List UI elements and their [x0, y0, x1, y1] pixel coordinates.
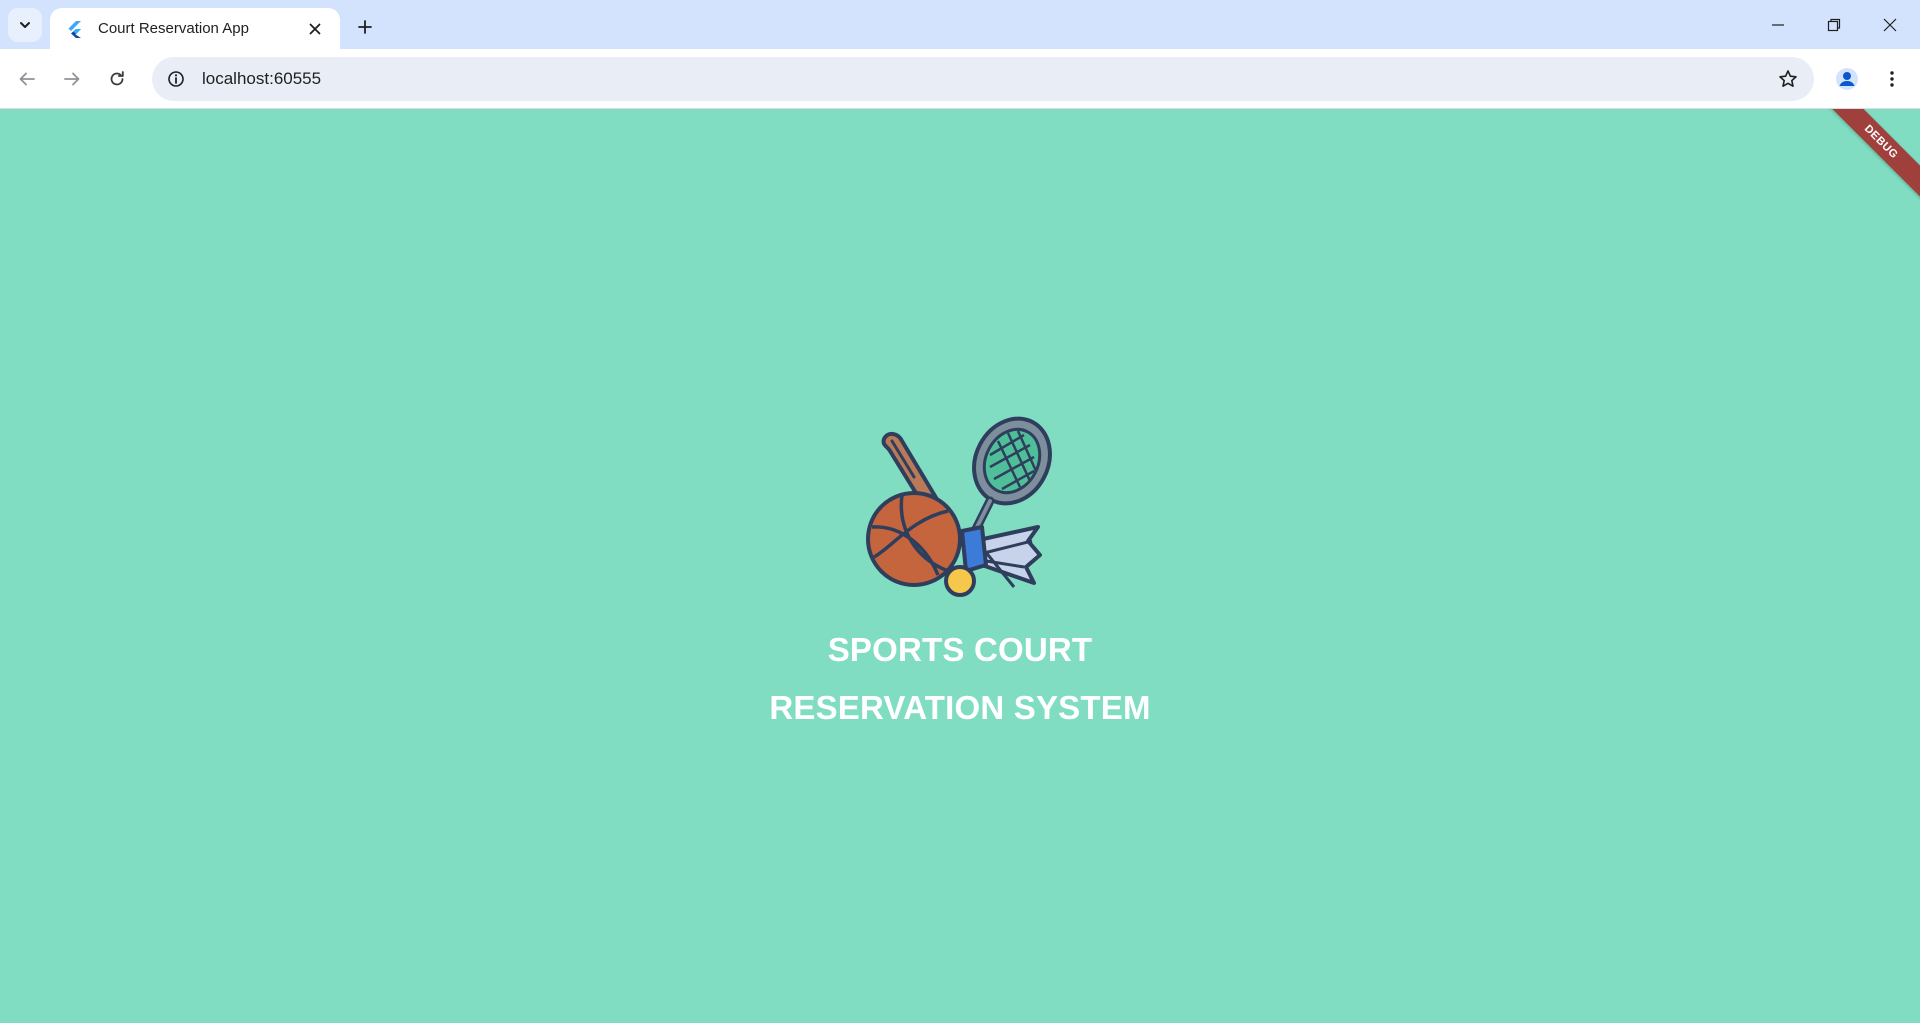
- star-icon: [1779, 70, 1797, 87]
- reload-icon: [110, 71, 124, 86]
- back-button[interactable]: [9, 61, 45, 97]
- reload-button[interactable]: [99, 61, 135, 97]
- app-title-line2: RESERVATION SYSTEM: [769, 689, 1151, 726]
- tab-search-button[interactable]: [8, 8, 42, 42]
- address-bar[interactable]: localhost:60555: [152, 57, 1814, 101]
- forward-button[interactable]: [54, 61, 90, 97]
- minimize-button[interactable]: [1750, 0, 1806, 49]
- tab-close-button[interactable]: [304, 18, 326, 40]
- debug-banner: DEBUG: [1813, 109, 1920, 210]
- minimize-icon: [1772, 23, 1784, 26]
- bookmark-button[interactable]: [1768, 59, 1808, 99]
- tab-strip: Court Reservation App: [0, 0, 1920, 49]
- tab-title: Court Reservation App: [98, 20, 249, 37]
- site-info-button[interactable]: [156, 59, 196, 99]
- chevron-down-icon: [20, 22, 30, 28]
- window-close-icon: [1883, 18, 1897, 31]
- more-menu-icon: [1890, 71, 1894, 87]
- site-info-icon: [168, 71, 184, 87]
- profile-icon: [1836, 68, 1858, 90]
- url-text[interactable]: localhost:60555: [202, 69, 1768, 89]
- browser-toolbar: localhost:60555: [0, 49, 1920, 109]
- active-tab[interactable]: Court Reservation App: [50, 8, 340, 49]
- app-title-line1: SPORTS COURT: [827, 631, 1093, 668]
- restore-button[interactable]: [1806, 0, 1862, 49]
- back-arrow-icon: [19, 72, 35, 86]
- window-close-button[interactable]: [1862, 0, 1918, 49]
- sports-logo-icon: [866, 416, 1052, 597]
- flutter-favicon-icon: [66, 20, 84, 38]
- plus-icon: [358, 20, 372, 34]
- app-title: SPORTS COURT RESERVATION SYSTEM: [660, 621, 1260, 737]
- close-icon: [309, 23, 321, 34]
- more-menu-button[interactable]: [1874, 61, 1910, 97]
- app-viewport: DEBUG SPORTS COURT RESERVATION SYSTEM: [0, 109, 1920, 1023]
- restore-icon: [1827, 18, 1841, 31]
- forward-arrow-icon: [64, 72, 80, 86]
- new-tab-button[interactable]: [350, 12, 380, 42]
- profile-button[interactable]: [1829, 61, 1865, 97]
